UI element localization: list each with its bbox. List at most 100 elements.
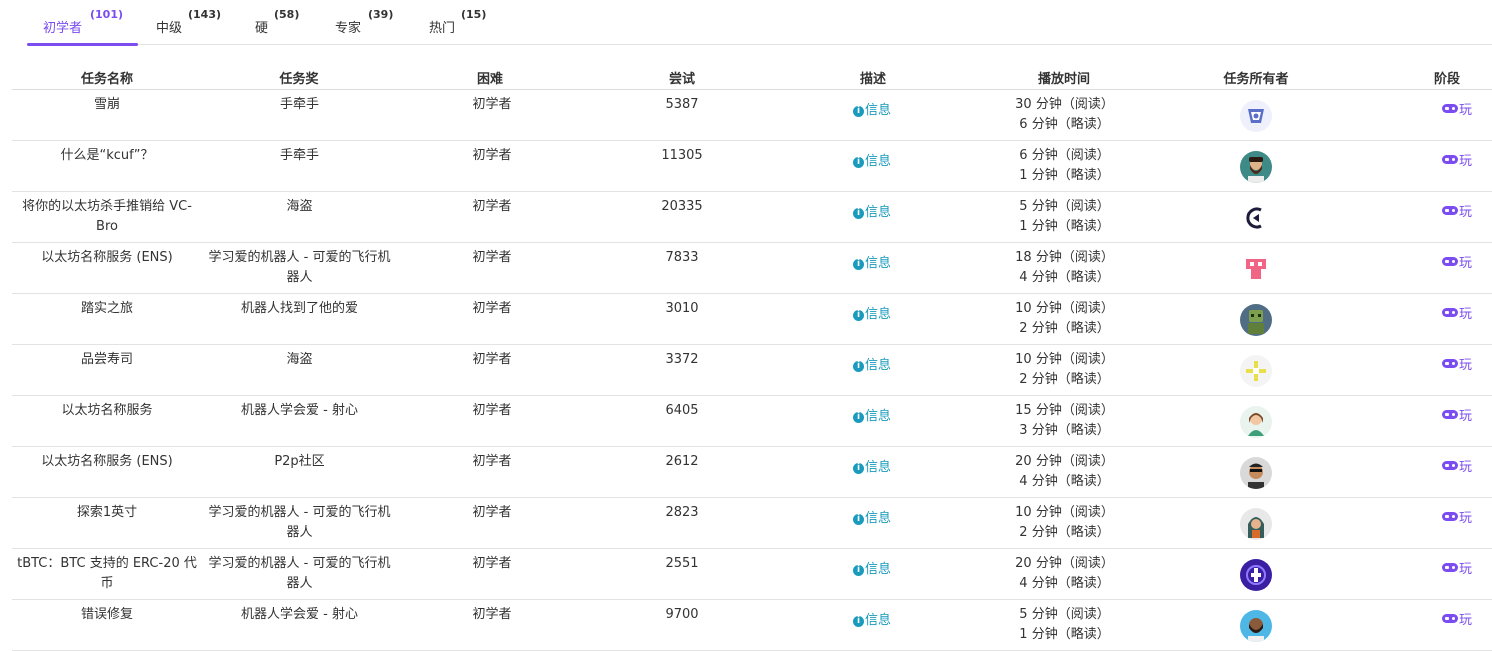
play-link[interactable]: 玩 xyxy=(1427,203,1487,223)
quest-difficulty: 初学者 xyxy=(472,250,512,265)
play-link[interactable]: 玩 xyxy=(1427,152,1487,172)
info-icon: i xyxy=(852,208,864,219)
quest-owner[interactable] xyxy=(1240,610,1272,642)
owner-avatar[interactable] xyxy=(1240,355,1272,387)
play-link[interactable]: 玩 xyxy=(1427,611,1487,631)
woman-avatar-icon xyxy=(1240,406,1272,438)
quest-owner[interactable] xyxy=(1240,151,1272,183)
owner-avatar[interactable] xyxy=(1240,457,1272,489)
quest-attempts: 2612 xyxy=(665,454,699,469)
tab-expert[interactable]: 专家 (39) xyxy=(319,0,404,45)
info-label: 信息 xyxy=(864,409,891,424)
tab-count: (101) xyxy=(90,8,124,21)
info-link[interactable]: i 信息 xyxy=(832,356,912,376)
header-attempts: 尝试 xyxy=(668,72,695,87)
owner-avatar[interactable] xyxy=(1240,100,1272,132)
playtime-read: 10 分钟（阅读） xyxy=(1015,301,1114,316)
quest-attempts: 3372 xyxy=(665,352,699,367)
purple-logo-avatar-icon xyxy=(1240,559,1272,591)
owner-avatar[interactable] xyxy=(1240,304,1272,336)
quest-attempts: 7833 xyxy=(665,250,699,265)
play-link[interactable]: 玩 xyxy=(1427,305,1487,325)
quest-reward: 海盗 xyxy=(286,352,313,367)
play-link[interactable]: 玩 xyxy=(1427,560,1487,580)
table-row: 探索1英寸 学习爱的机器人 - 可爱的飞行机器人 初学者 2823 i 信息 10… xyxy=(12,498,1492,549)
tab-popular[interactable]: 热门 (15) xyxy=(413,0,498,45)
tab-beginner[interactable]: 初学者 (101) xyxy=(27,0,138,46)
quest-name: 探索1英寸 xyxy=(76,505,138,520)
playtime-skim: 2 分钟（略读） xyxy=(1019,372,1110,387)
playtime-read: 10 分钟（阅读） xyxy=(1015,352,1114,367)
quest-owner[interactable] xyxy=(1240,100,1272,132)
tab-intermediate[interactable]: 中级 (143) xyxy=(140,0,230,45)
tab-count: (15) xyxy=(461,8,487,21)
header-reward: 任务奖 xyxy=(279,72,319,87)
play-label: 玩 xyxy=(1458,511,1472,526)
info-label: 信息 xyxy=(864,358,891,373)
info-link[interactable]: i 信息 xyxy=(832,305,912,325)
info-link[interactable]: i 信息 xyxy=(832,458,912,478)
table-row: 以太坊名称服务 (ENS) 学习爱的机器人 - 可爱的飞行机器人 初学者 783… xyxy=(12,243,1492,294)
owner-avatar[interactable] xyxy=(1240,253,1272,285)
info-icon: i xyxy=(852,157,864,168)
quest-name: 错误修复 xyxy=(80,607,133,622)
quest-playtime: 20 分钟（阅读） 4 分钟（略读） xyxy=(987,452,1142,492)
play-link[interactable]: 玩 xyxy=(1427,509,1487,529)
quest-owner[interactable] xyxy=(1240,508,1272,540)
owner-avatar[interactable] xyxy=(1240,406,1272,438)
quest-reward: 手牵手 xyxy=(279,97,319,112)
quest-owner[interactable] xyxy=(1240,457,1272,489)
play-link[interactable]: 玩 xyxy=(1427,101,1487,121)
header-playtime: 播放时间 xyxy=(1037,72,1090,87)
info-link[interactable]: i 信息 xyxy=(832,254,912,274)
quest-name: 以太坊名称服务 (ENS) xyxy=(41,250,173,265)
quest-attempts: 9700 xyxy=(665,607,699,622)
info-link[interactable]: i 信息 xyxy=(832,509,912,529)
playtime-read: 10 分钟（阅读） xyxy=(1015,505,1114,520)
info-link[interactable]: i 信息 xyxy=(832,560,912,580)
play-link[interactable]: 玩 xyxy=(1427,458,1487,478)
quest-owner[interactable] xyxy=(1240,304,1272,336)
quest-owner[interactable] xyxy=(1240,559,1272,591)
quest-owner[interactable] xyxy=(1240,253,1272,285)
playtime-read: 5 分钟（阅读） xyxy=(1019,607,1110,622)
info-link[interactable]: i 信息 xyxy=(832,152,912,172)
quest-owner[interactable] xyxy=(1240,355,1272,387)
tab-count: (58) xyxy=(274,8,300,21)
owner-avatar[interactable] xyxy=(1240,151,1272,183)
crescent-logo-avatar-icon xyxy=(1240,202,1272,234)
playtime-skim: 2 分钟（略读） xyxy=(1019,525,1110,540)
quest-reward: 机器人找到了他的爱 xyxy=(240,301,358,316)
sunglasses-man-avatar-icon xyxy=(1240,457,1272,489)
bearded-man-avatar-icon xyxy=(1240,151,1272,183)
quest-owner[interactable] xyxy=(1240,406,1272,438)
owner-avatar[interactable] xyxy=(1240,202,1272,234)
green-robot-avatar-icon xyxy=(1240,304,1272,336)
quest-playtime: 5 分钟（阅读） 1 分钟（略读） xyxy=(987,197,1142,237)
gamepad-icon xyxy=(1441,257,1458,266)
play-link[interactable]: 玩 xyxy=(1427,254,1487,274)
owner-avatar[interactable] xyxy=(1240,610,1272,642)
header-quest-name: 任务名称 xyxy=(80,72,133,87)
info-label: 信息 xyxy=(864,154,891,169)
table-row: 以太坊名称服务 机器人学会爱 - 射心 初学者 6405 i 信息 15 分钟（阅… xyxy=(12,396,1492,447)
tab-hard[interactable]: 硬 (58) xyxy=(239,0,309,45)
info-link[interactable]: i 信息 xyxy=(832,101,912,121)
quest-owner[interactable] xyxy=(1240,202,1272,234)
info-label: 信息 xyxy=(864,103,891,118)
quest-playtime: 18 分钟（阅读） 4 分钟（略读） xyxy=(987,248,1142,288)
playtime-skim: 6 分钟（略读） xyxy=(1019,117,1110,132)
quest-name: 品尝寿司 xyxy=(80,352,133,367)
play-link[interactable]: 玩 xyxy=(1427,407,1487,427)
info-link[interactable]: i 信息 xyxy=(832,203,912,223)
owner-avatar[interactable] xyxy=(1240,508,1272,540)
quest-playtime: 10 分钟（阅读） 2 分钟（略读） xyxy=(987,299,1142,339)
quest-playtime: 6 分钟（阅读） 1 分钟（略读） xyxy=(987,146,1142,186)
play-link[interactable]: 玩 xyxy=(1427,356,1487,376)
owner-avatar[interactable] xyxy=(1240,559,1272,591)
quest-attempts: 5387 xyxy=(665,97,699,112)
info-link[interactable]: i 信息 xyxy=(832,407,912,427)
info-link[interactable]: i 信息 xyxy=(832,611,912,631)
gamepad-icon xyxy=(1441,155,1458,164)
quest-attempts: 3010 xyxy=(665,301,699,316)
